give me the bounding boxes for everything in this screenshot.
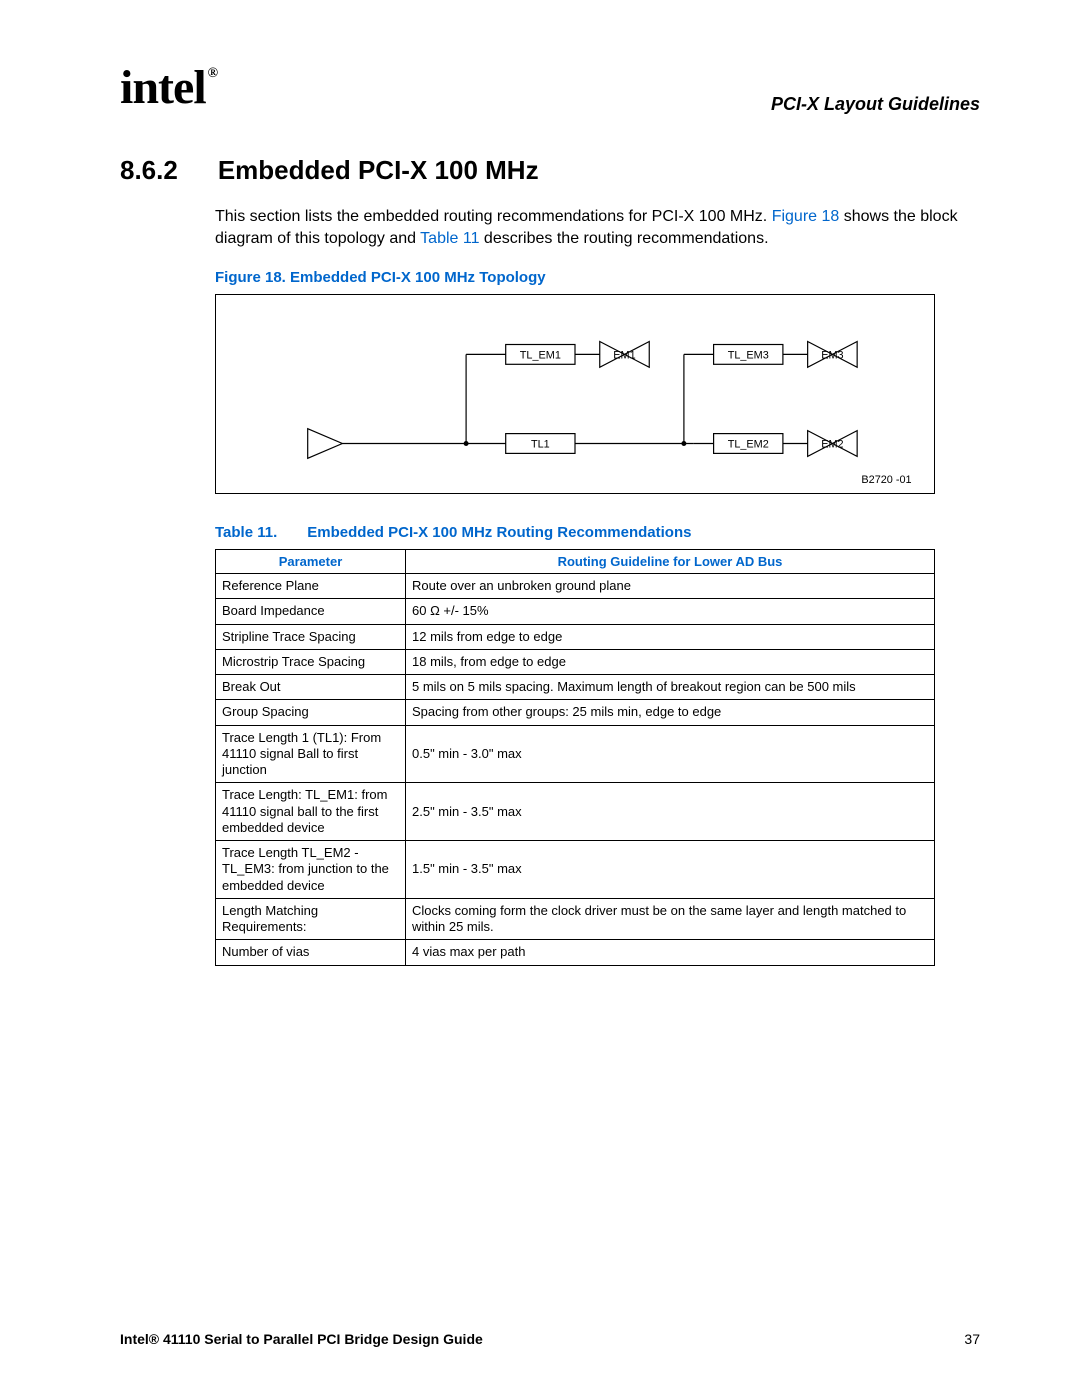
table-row: Trace Length: TL_EM1: from 41110 signal …	[216, 783, 935, 841]
routing-table: Parameter Routing Guideline for Lower AD…	[215, 549, 935, 966]
topology-diagram: TL1 TL_EM1 EM1 TL_EM3 EM3 TL_EM2 EM2	[215, 294, 935, 494]
table-row: Reference PlaneRoute over an unbroken gr…	[216, 574, 935, 599]
table-row: Trace Length 1 (TL1): From 41110 signal …	[216, 725, 935, 783]
driver-icon	[308, 429, 343, 459]
table-row: Group SpacingSpacing from other groups: …	[216, 700, 935, 725]
section-heading: 8.6.2 Embedded PCI-X 100 MHz	[120, 155, 980, 186]
figure-link[interactable]: Figure 18	[772, 208, 840, 225]
value-cell: 60 Ω +/- 15%	[406, 599, 935, 624]
param-cell: Microstrip Trace Spacing	[216, 649, 406, 674]
value-cell: 12 mils from edge to edge	[406, 624, 935, 649]
tl-em3-label: TL_EM3	[728, 350, 769, 362]
th-guideline: Routing Guideline for Lower AD Bus	[406, 550, 935, 574]
value-cell: Clocks coming form the clock driver must…	[406, 898, 935, 940]
value-cell: 4 vias max per path	[406, 940, 935, 965]
param-cell: Stripline Trace Spacing	[216, 624, 406, 649]
intro-post: describes the routing recommendations.	[479, 230, 768, 247]
intro-pre: This section lists the embedded routing …	[215, 208, 772, 225]
table-caption: Table 11. Embedded PCI-X 100 MHz Routing…	[215, 524, 980, 541]
table-link[interactable]: Table 11	[420, 230, 479, 247]
table-caption-title: Embedded PCI-X 100 MHz Routing Recommend…	[307, 524, 691, 541]
table-header-row: Parameter Routing Guideline for Lower AD…	[216, 550, 935, 574]
param-cell: Board Impedance	[216, 599, 406, 624]
diagram-svg: TL1 TL_EM1 EM1 TL_EM3 EM3 TL_EM2 EM2	[216, 295, 934, 493]
table-row: Length Matching Requirements:Clocks comi…	[216, 898, 935, 940]
section-title: Embedded PCI-X 100 MHz	[218, 155, 539, 186]
param-cell: Trace Length: TL_EM1: from 41110 signal …	[216, 783, 406, 841]
intel-logo: intel®	[120, 60, 215, 115]
diagram-ref: B2720 -01	[861, 474, 911, 486]
tl1-label: TL1	[531, 439, 550, 451]
header-section-title: PCI-X Layout Guidelines	[771, 94, 980, 115]
param-cell: Trace Length 1 (TL1): From 41110 signal …	[216, 725, 406, 783]
em2-label: EM2	[821, 439, 843, 451]
table-row: Number of vias4 vias max per path	[216, 940, 935, 965]
tl-em2-label: TL_EM2	[728, 439, 769, 451]
registered-mark: ®	[208, 66, 217, 81]
em3-label: EM3	[821, 350, 843, 362]
footer-title: Intel® 41110 Serial to Parallel PCI Brid…	[120, 1331, 483, 1347]
th-parameter: Parameter	[216, 550, 406, 574]
section-number: 8.6.2	[120, 155, 178, 186]
value-cell: Route over an unbroken ground plane	[406, 574, 935, 599]
table-row: Trace Length TL_EM2 - TL_EM3: from junct…	[216, 841, 935, 899]
value-cell: 1.5" min - 3.5" max	[406, 841, 935, 899]
page-header: intel® PCI-X Layout Guidelines	[120, 60, 980, 115]
table-row: Microstrip Trace Spacing18 mils, from ed…	[216, 649, 935, 674]
tl-em1-label: TL_EM1	[520, 350, 561, 362]
value-cell: 18 mils, from edge to edge	[406, 649, 935, 674]
em1-label: EM1	[613, 350, 635, 362]
value-cell: 5 mils on 5 mils spacing. Maximum length…	[406, 675, 935, 700]
value-cell: Spacing from other groups: 25 mils min, …	[406, 700, 935, 725]
param-cell: Break Out	[216, 675, 406, 700]
param-cell: Group Spacing	[216, 700, 406, 725]
table-caption-label: Table 11.	[215, 524, 277, 541]
intro-paragraph: This section lists the embedded routing …	[215, 206, 980, 249]
page-number: 37	[964, 1331, 980, 1347]
page-footer: Intel® 41110 Serial to Parallel PCI Brid…	[120, 1331, 980, 1347]
logo-text: intel	[120, 61, 206, 114]
table-row: Stripline Trace Spacing12 mils from edge…	[216, 624, 935, 649]
table-row: Break Out5 mils on 5 mils spacing. Maxim…	[216, 675, 935, 700]
param-cell: Trace Length TL_EM2 - TL_EM3: from junct…	[216, 841, 406, 899]
figure-caption: Figure 18. Embedded PCI-X 100 MHz Topolo…	[215, 269, 980, 286]
param-cell: Number of vias	[216, 940, 406, 965]
param-cell: Reference Plane	[216, 574, 406, 599]
param-cell: Length Matching Requirements:	[216, 898, 406, 940]
table-row: Board Impedance60 Ω +/- 15%	[216, 599, 935, 624]
value-cell: 0.5" min - 3.0" max	[406, 725, 935, 783]
value-cell: 2.5" min - 3.5" max	[406, 783, 935, 841]
